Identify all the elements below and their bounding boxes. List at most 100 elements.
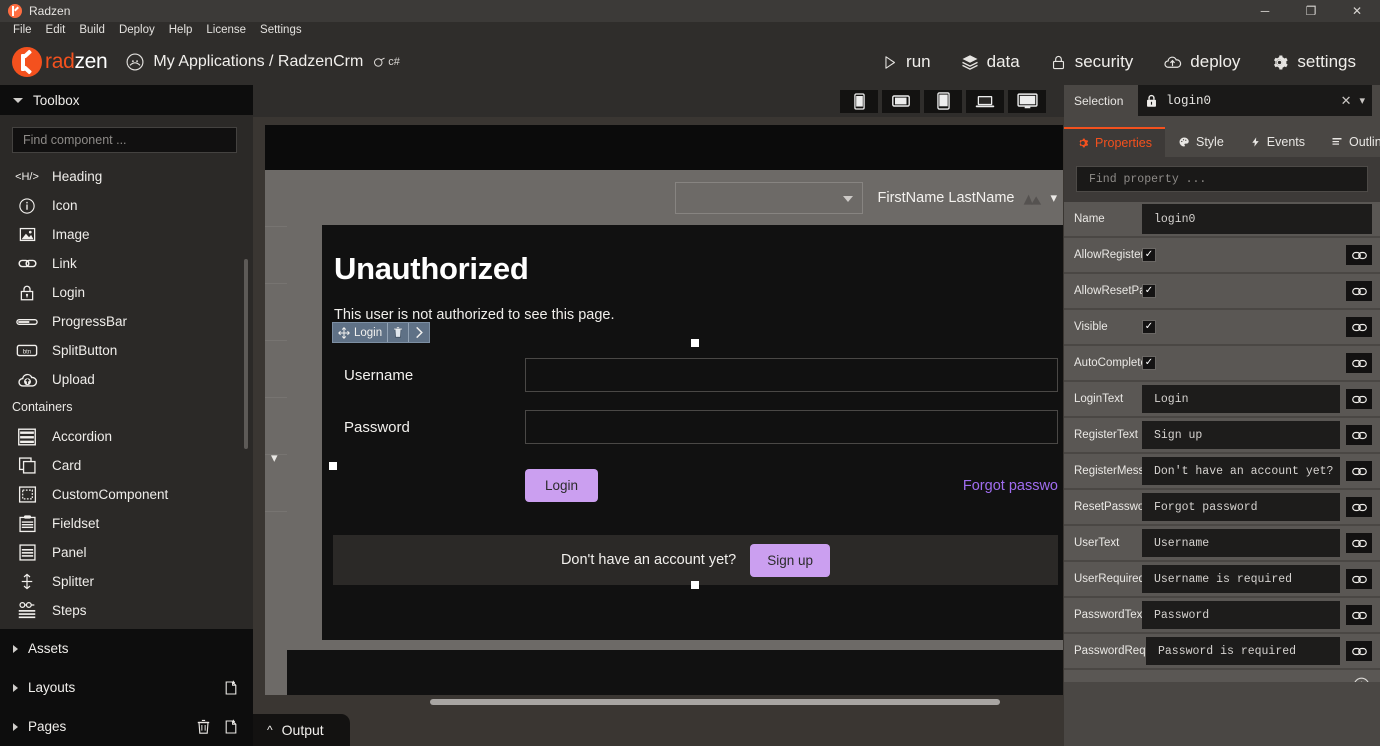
allowresetpassword-checkbox[interactable]: ✓ [1142,284,1156,298]
resize-handle-left[interactable] [329,462,337,470]
nav-settings[interactable]: settings [1270,52,1356,72]
login-component[interactable]: Login Username Password Login Forgot pas… [329,322,1058,589]
password-input[interactable] [525,410,1058,444]
selection-combobox[interactable]: login0 ✕ ▾ [1138,85,1372,116]
property-value-input[interactable]: Username is required [1142,565,1340,593]
device-phone-portrait-button[interactable] [840,89,878,113]
close-icon[interactable]: ✕ [1341,93,1352,109]
plus-circle-icon[interactable] [1353,677,1370,682]
toolbox-item-login[interactable]: Login [0,278,253,307]
property-value-input[interactable]: Username [1142,529,1340,557]
bind-link-icon[interactable] [1346,245,1372,265]
bind-link-icon[interactable] [1346,569,1372,589]
preview-user-menu[interactable]: FirstName LastName ▾ [877,190,1057,206]
section-layouts[interactable]: Layouts [0,668,253,707]
toolbox-item-accordion[interactable]: Accordion [0,422,253,451]
toolbox-item-card[interactable]: Card [0,451,253,480]
bind-link-icon[interactable] [1346,641,1372,661]
trash-icon[interactable] [196,718,211,736]
nav-run[interactable]: run [881,52,931,72]
tab-style[interactable]: Style [1165,127,1237,157]
bind-link-icon[interactable] [1346,317,1372,337]
tab-outline[interactable]: Outline [1318,127,1380,157]
toolbox-header[interactable]: Toolbox [0,85,253,115]
menu-file[interactable]: File [6,22,39,39]
bind-link-icon[interactable] [1346,425,1372,445]
maximize-button[interactable]: ❐ [1288,0,1334,22]
username-input[interactable] [525,358,1058,392]
tab-events[interactable]: Events [1237,127,1318,157]
toolbox-item-link[interactable]: Link [0,249,253,278]
toolbox-item-splitter[interactable]: Splitter [0,567,253,596]
find-property-input[interactable] [1076,166,1368,192]
toolbox-item-customcomponent[interactable]: CustomComponent [0,480,253,509]
bind-link-icon[interactable] [1346,533,1372,553]
radzen-brand[interactable]: radzen [12,47,108,77]
toolbox-item-splitbutton[interactable]: btn SplitButton [0,336,253,365]
preview-sidebar[interactable]: ▾ [265,170,287,695]
property-value-input[interactable]: Don't have an account yet? [1142,457,1340,485]
section-assets[interactable]: Assets [0,629,253,668]
toolbox-scrollbar[interactable] [244,259,248,449]
new-file-icon[interactable] [223,718,239,736]
bind-link-icon[interactable] [1346,461,1372,481]
bind-link-icon[interactable] [1346,353,1372,373]
move-handle[interactable]: Login [333,323,387,342]
login-button[interactable]: Login [525,469,599,502]
find-component-input[interactable] [12,127,237,153]
bind-link-icon[interactable] [1346,605,1372,625]
toolbox-item-panel[interactable]: Panel [0,538,253,567]
menu-license[interactable]: License [199,22,253,39]
delete-component-button[interactable] [388,323,408,342]
resize-handle-top[interactable] [691,339,699,347]
menu-deploy[interactable]: Deploy [112,22,162,39]
toolbox-item-icon[interactable]: Icon [0,191,253,220]
toolbox-item-heading[interactable]: <H/> Heading [0,162,253,191]
nav-data[interactable]: data [961,52,1020,72]
close-button[interactable]: ✕ [1334,0,1380,22]
visible-checkbox[interactable]: ✓ [1142,320,1156,334]
property-value-input[interactable]: login0 [1142,204,1372,234]
resize-handle-bottom[interactable] [691,581,699,589]
property-value-input[interactable]: Login [1142,385,1340,413]
bind-link-icon[interactable] [1346,281,1372,301]
minimize-button[interactable]: ─ [1242,0,1288,22]
property-value-input[interactable]: Password [1142,601,1340,629]
property-value-input[interactable]: Password is required [1146,637,1340,665]
device-laptop-button[interactable] [966,89,1004,113]
component-toolbar[interactable]: Login [332,322,431,343]
property-value-input[interactable]: Sign up [1142,421,1340,449]
forgot-password-link[interactable]: Forgot passwo [963,478,1058,494]
next-component-button[interactable] [409,323,429,342]
toolbox-item-fieldset[interactable]: Fieldset [0,509,253,538]
device-tablet-button[interactable] [924,89,962,113]
toolbox-item-steps[interactable]: Steps [0,596,253,625]
new-file-icon[interactable] [223,679,239,697]
section-pages[interactable]: Pages [0,707,253,746]
property-value-input[interactable]: Forgot password [1142,493,1340,521]
device-desktop-button[interactable] [1008,89,1046,113]
nav-deploy[interactable]: deploy [1163,52,1240,72]
menu-help[interactable]: Help [162,22,200,39]
allowregister-checkbox[interactable]: ✓ [1142,248,1156,262]
toolbox-item-image[interactable]: Image [0,220,253,249]
menu-settings[interactable]: Settings [253,22,309,39]
bind-link-icon[interactable] [1346,389,1372,409]
bind-link-icon[interactable] [1346,497,1372,517]
preview-dropdown[interactable] [675,181,864,214]
toolbox-item-progressbar[interactable]: ProgressBar [0,307,253,336]
tab-properties[interactable]: Properties [1064,127,1165,157]
nav-security[interactable]: security [1050,52,1133,72]
autocomplete-checkbox[interactable]: ✓ [1142,356,1156,370]
chevron-down-icon[interactable]: ▾ [271,450,278,466]
attributes-section[interactable]: Attributes [1064,670,1380,682]
chevron-down-icon[interactable]: ▾ [1359,94,1365,107]
toolbox-item-upload[interactable]: Upload [0,365,253,394]
breadcrumb[interactable]: My Applications / RadzenCrm c# [125,52,400,72]
menu-edit[interactable]: Edit [39,22,73,39]
canvas-horizontal-scrollbar[interactable] [430,699,1000,705]
device-phone-landscape-button[interactable] [882,89,920,113]
output-panel-toggle[interactable]: ^ Output [253,714,350,746]
signup-button[interactable]: Sign up [750,543,831,577]
page-preview[interactable]: ▾ FirstName LastName ▾ Unauthorized This… [265,125,1063,695]
